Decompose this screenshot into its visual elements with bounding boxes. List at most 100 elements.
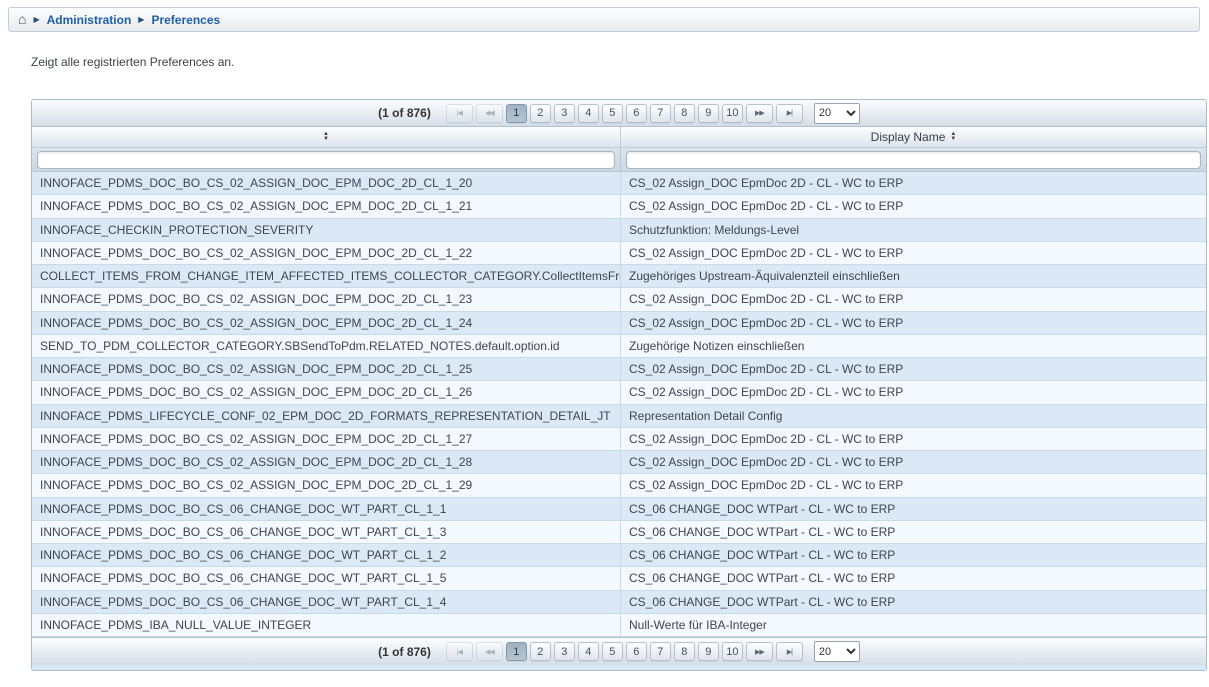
name-filter-input[interactable] [37, 151, 615, 169]
page-1-button[interactable]: 1 [506, 642, 527, 661]
display-name-filter-cell [621, 148, 1206, 171]
last-page-button[interactable]: ▶| [776, 104, 803, 123]
table-row[interactable]: INNOFACE_PDMS_DOC_BO_CS_02_ASSIGN_DOC_EP… [32, 195, 1206, 218]
first-page-button: |◀ [446, 104, 473, 123]
page-9-button[interactable]: 9 [698, 104, 719, 123]
cell-preference-name: INNOFACE_PDMS_DOC_BO_CS_02_ASSIGN_DOC_EP… [32, 288, 621, 310]
table-row[interactable]: COLLECT_ITEMS_FROM_CHANGE_ITEM_AFFECTED_… [32, 265, 1206, 288]
table-row[interactable]: INNOFACE_PDMS_DOC_BO_CS_02_ASSIGN_DOC_EP… [32, 312, 1206, 335]
paginator-current-text: (1 of 876) [378, 106, 431, 120]
last-page-button[interactable]: ▶| [776, 642, 803, 661]
table-row[interactable]: INNOFACE_PDMS_DOC_BO_CS_02_ASSIGN_DOC_EP… [32, 474, 1206, 497]
table-row[interactable]: INNOFACE_PDMS_IBA_NULL_VALUE_INTEGERNull… [32, 614, 1206, 637]
paginator-bottom: (1 of 876)|◀◀◀12345678910▶▶▶|20 [32, 637, 1206, 665]
cell-preference-name: INNOFACE_CHECKIN_PROTECTION_SEVERITY [32, 219, 621, 241]
sort-icon[interactable]: ▲▼ [950, 132, 956, 142]
cell-display-name: CS_02 Assign_DOC EpmDoc 2D - CL - WC to … [621, 195, 1206, 217]
cell-preference-name: INNOFACE_PDMS_DOC_BO_CS_02_ASSIGN_DOC_EP… [32, 451, 621, 473]
table-row[interactable]: INNOFACE_PDMS_DOC_BO_CS_02_ASSIGN_DOC_EP… [32, 358, 1206, 381]
table-row[interactable]: INNOFACE_PDMS_DOC_BO_CS_02_ASSIGN_DOC_EP… [32, 381, 1206, 404]
cell-display-name: CS_06 CHANGE_DOC WTPart - CL - WC to ERP [621, 544, 1206, 566]
display-name-filter-input[interactable] [626, 151, 1201, 169]
table-row[interactable]: INNOFACE_PDMS_DOC_BO_CS_06_CHANGE_DOC_WT… [32, 567, 1206, 590]
page-10-button[interactable]: 10 [722, 642, 743, 661]
page-8-button[interactable]: 8 [674, 104, 695, 123]
home-icon[interactable]: ⌂ [18, 12, 26, 26]
previous-page-button: ◀◀ [476, 642, 503, 661]
page-8-button[interactable]: 8 [674, 642, 695, 661]
column-header-display-name[interactable]: Display Name ▲▼ [621, 127, 1206, 147]
cell-display-name: CS_02 Assign_DOC EpmDoc 2D - CL - WC to … [621, 428, 1206, 450]
next-page-button[interactable]: ▶▶ [746, 104, 773, 123]
next-page-button[interactable]: ▶▶ [746, 642, 773, 661]
table-row[interactable]: INNOFACE_PDMS_DOC_BO_CS_06_CHANGE_DOC_WT… [32, 498, 1206, 521]
breadcrumb-separator-icon: ▶ [33, 16, 39, 24]
page-2-button[interactable]: 2 [530, 104, 551, 123]
page-7-button[interactable]: 7 [650, 642, 671, 661]
table-header-row: ▲▼ Display Name ▲▼ [32, 127, 1206, 148]
table-row[interactable]: INNOFACE_PDMS_LIFECYCLE_CONF_02_EPM_DOC_… [32, 405, 1206, 428]
page-3-button[interactable]: 3 [554, 104, 575, 123]
table-row[interactable]: INNOFACE_PDMS_DOC_BO_CS_02_ASSIGN_DOC_EP… [32, 242, 1206, 265]
page-4-button[interactable]: 4 [578, 104, 599, 123]
page-3-button[interactable]: 3 [554, 642, 575, 661]
cell-preference-name: INNOFACE_PDMS_DOC_BO_CS_02_ASSIGN_DOC_EP… [32, 474, 621, 496]
page-4-button[interactable]: 4 [578, 642, 599, 661]
table-row[interactable]: INNOFACE_PDMS_DOC_BO_CS_06_CHANGE_DOC_WT… [32, 521, 1206, 544]
cell-display-name: CS_02 Assign_DOC EpmDoc 2D - CL - WC to … [621, 242, 1206, 264]
cell-preference-name: INNOFACE_PDMS_DOC_BO_CS_02_ASSIGN_DOC_EP… [32, 381, 621, 403]
cell-display-name: CS_02 Assign_DOC EpmDoc 2D - CL - WC to … [621, 312, 1206, 334]
page-6-button[interactable]: 6 [626, 104, 647, 123]
rows-per-page-select[interactable]: 20 [814, 103, 860, 124]
table-row[interactable]: INNOFACE_CHECKIN_PROTECTION_SEVERITYSchu… [32, 219, 1206, 242]
cell-preference-name: INNOFACE_PDMS_IBA_NULL_VALUE_INTEGER [32, 614, 621, 636]
page-7-button[interactable]: 7 [650, 104, 671, 123]
cell-preference-name: INNOFACE_PDMS_DOC_BO_CS_02_ASSIGN_DOC_EP… [32, 172, 621, 194]
cell-display-name: CS_02 Assign_DOC EpmDoc 2D - CL - WC to … [621, 474, 1206, 496]
table-row[interactable]: INNOFACE_PDMS_DOC_BO_CS_06_CHANGE_DOC_WT… [32, 544, 1206, 567]
column-header-label: Display Name [871, 130, 946, 144]
page-10-button[interactable]: 10 [722, 104, 743, 123]
breadcrumb-separator-icon: ▶ [138, 16, 144, 24]
cell-display-name: CS_06 CHANGE_DOC WTPart - CL - WC to ERP [621, 591, 1206, 613]
cell-display-name: CS_06 CHANGE_DOC WTPart - CL - WC to ERP [621, 521, 1206, 543]
cell-preference-name: INNOFACE_PDMS_DOC_BO_CS_06_CHANGE_DOC_WT… [32, 567, 621, 589]
cell-preference-name: SEND_TO_PDM_COLLECTOR_CATEGORY.SBSendToP… [32, 335, 621, 357]
sort-icon[interactable]: ▲▼ [323, 132, 329, 142]
table-row[interactable]: INNOFACE_PDMS_DOC_BO_CS_06_CHANGE_DOC_WT… [32, 591, 1206, 614]
cell-display-name: Representation Detail Config [621, 405, 1206, 427]
table-row[interactable]: INNOFACE_PDMS_DOC_BO_CS_02_ASSIGN_DOC_EP… [32, 428, 1206, 451]
cell-display-name: CS_02 Assign_DOC EpmDoc 2D - CL - WC to … [621, 172, 1206, 194]
page-5-button[interactable]: 5 [602, 104, 623, 123]
cell-display-name: CS_02 Assign_DOC EpmDoc 2D - CL - WC to … [621, 358, 1206, 380]
name-filter-cell [32, 148, 621, 171]
previous-page-button: ◀◀ [476, 104, 503, 123]
cell-preference-name: INNOFACE_PDMS_DOC_BO_CS_02_ASSIGN_DOC_EP… [32, 195, 621, 217]
cell-preference-name: INNOFACE_PDMS_DOC_BO_CS_02_ASSIGN_DOC_EP… [32, 428, 621, 450]
table-row[interactable]: SEND_TO_PDM_COLLECTOR_CATEGORY.SBSendToP… [32, 335, 1206, 358]
table-row[interactable]: INNOFACE_PDMS_DOC_BO_CS_02_ASSIGN_DOC_EP… [32, 451, 1206, 474]
cell-preference-name: INNOFACE_PDMS_DOC_BO_CS_06_CHANGE_DOC_WT… [32, 521, 621, 543]
page-6-button[interactable]: 6 [626, 642, 647, 661]
page-2-button[interactable]: 2 [530, 642, 551, 661]
table-row[interactable]: INNOFACE_PDMS_DOC_BO_CS_02_ASSIGN_DOC_EP… [32, 172, 1206, 195]
table-row[interactable]: INNOFACE_PDMS_DOC_BO_CS_02_ASSIGN_DOC_EP… [32, 288, 1206, 311]
breadcrumb-preferences[interactable]: Preferences [151, 13, 220, 27]
cell-display-name: Zugehöriges Upstream-Äquivalenzteil eins… [621, 265, 1206, 287]
breadcrumb: ⌂ ▶ Administration ▶ Preferences [8, 7, 1200, 32]
column-header-name[interactable]: ▲▼ [32, 127, 621, 147]
cell-display-name: Schutzfunktion: Meldungs-Level [621, 219, 1206, 241]
page-5-button[interactable]: 5 [602, 642, 623, 661]
page-description: Zeigt alle registrierten Preferences an. [31, 55, 234, 69]
cell-display-name: Null-Werte für IBA-Integer [621, 614, 1206, 636]
breadcrumb-administration[interactable]: Administration [47, 13, 132, 27]
cell-preference-name: INNOFACE_PDMS_DOC_BO_CS_02_ASSIGN_DOC_EP… [32, 242, 621, 264]
page-9-button[interactable]: 9 [698, 642, 719, 661]
cell-display-name: CS_06 CHANGE_DOC WTPart - CL - WC to ERP [621, 498, 1206, 520]
cell-preference-name: INNOFACE_PDMS_DOC_BO_CS_06_CHANGE_DOC_WT… [32, 498, 621, 520]
paginator-top: (1 of 876) |◀◀◀12345678910▶▶▶| 20 [32, 100, 1206, 127]
rows-per-page-select[interactable]: 20 [814, 641, 860, 662]
cell-display-name: CS_02 Assign_DOC EpmDoc 2D - CL - WC to … [621, 381, 1206, 403]
page-1-button[interactable]: 1 [506, 104, 527, 123]
cell-preference-name: INNOFACE_PDMS_DOC_BO_CS_06_CHANGE_DOC_WT… [32, 591, 621, 613]
